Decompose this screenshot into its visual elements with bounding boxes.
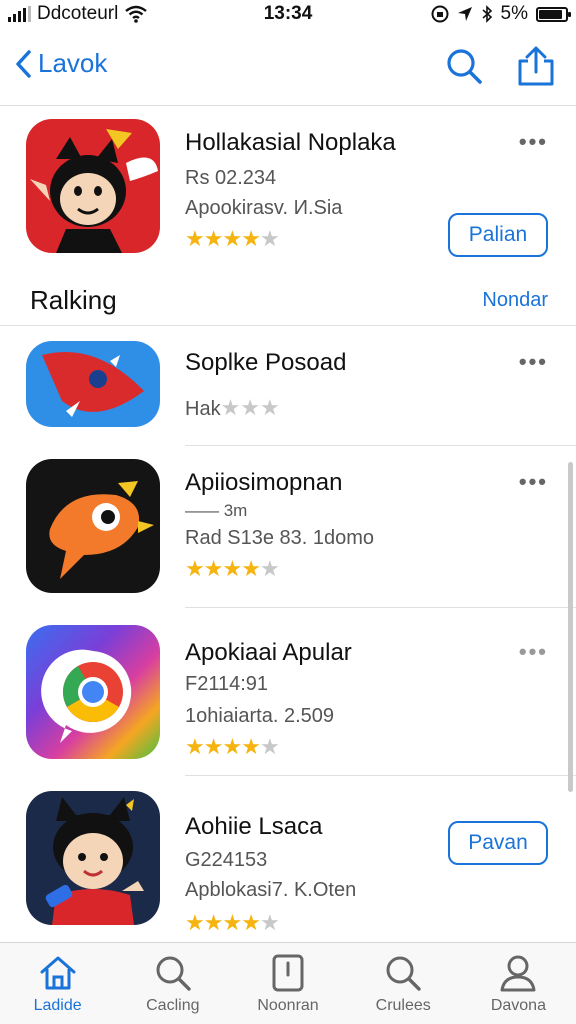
app-price: Rs 02.234 [185,167,277,189]
app-developer: Apookirasv. И.Sia [185,197,343,219]
share-icon[interactable] [516,46,556,86]
star-empty-icon: ★ [259,556,280,581]
app-name: Apiiosimopnan [185,469,343,496]
app-icon [26,459,160,593]
app-price: —— 3m [185,501,248,520]
see-all-link[interactable]: Nondar [482,289,548,312]
page-icon [272,954,304,992]
bluetooth-icon [482,5,492,23]
tab-label: Crulees [375,997,431,1014]
section-title: Ralking [30,285,117,315]
lock-rotation-icon [431,5,449,23]
back-button[interactable]: Lavok [14,48,107,79]
status-bar: Ddcoteurl 13:34 5% [0,0,576,30]
star-filled-icon: ★ [185,226,205,251]
app-name: Aohiie Lsaca [185,813,323,840]
app-price: Hak★★★ [185,395,280,420]
star-empty-icon: ★ [259,226,280,251]
star-filled-icon: ★ [222,910,242,935]
star-filled-icon: ★ [185,556,205,581]
battery-fill [539,9,562,19]
star-empty-icon: ★ [259,734,280,759]
more-options-button[interactable]: ••• [519,129,548,155]
tab-label: Ladide [33,997,82,1014]
star-filled-icon: ★ [185,734,205,759]
search-icon[interactable] [444,46,484,86]
section-divider [0,325,576,326]
rating-stars: ★★★★★ [185,734,280,759]
get-button[interactable]: Palian [448,213,548,257]
star-filled-icon: ★ [203,226,224,251]
tab-search[interactable]: Cacling [115,943,230,1024]
app-price: F2114:91 [185,673,269,695]
home-icon [40,956,76,990]
tab-page[interactable]: Noonran [230,943,345,1024]
star-filled-icon: ★ [222,734,242,759]
battery-icon [536,6,571,22]
person-icon [500,955,536,992]
star-filled-icon: ★ [241,226,261,251]
status-right: 5% [431,3,571,25]
star-filled-icon: ★ [203,910,224,935]
battery-percent: 5% [500,3,528,24]
tab-label: Davona [490,997,546,1014]
app-name: Apokiaai Apular [185,639,352,666]
app-price: G224153 [185,849,268,871]
scrollbar[interactable] [568,462,573,792]
rating-stars: ★★★★★ [185,556,280,581]
app-icon [26,341,160,427]
location-icon [457,7,472,21]
star-empty-icon: ★ [259,910,280,935]
tab-label: Noonran [257,997,319,1014]
app-name: Soplke Posoad [185,349,347,376]
app-icon [26,625,160,759]
back-label: Lavok [38,48,108,78]
star-filled-icon: ★ [241,910,261,935]
rating-stars: ★★★★★ [185,226,280,251]
row-divider [185,607,576,608]
chevron-left-icon [16,49,31,78]
app-developer: 1ohiaiarta. 2.509 [185,705,335,727]
search-icon [156,956,191,991]
row-divider [185,775,576,776]
star-filled-icon: ★ [203,734,224,759]
app-developer: Rad S13e 83. 1domo [185,527,375,549]
more-options-button[interactable]: ••• [519,469,548,495]
more-options-button[interactable]: ••• [519,349,548,375]
search-icon [386,956,421,991]
rating-stars: ★★★★★ [185,910,280,935]
app-developer: Apblokasi7. K.Oten [185,879,357,901]
star-filled-icon: ★ [222,226,242,251]
star-filled-icon: ★ [185,910,205,935]
app-name: Hollakasial Noplaka [185,129,396,156]
tab-label: Cacling [146,997,200,1014]
tab-bar: Ladide Cacling Noonran Crulees Davona [0,942,576,1024]
star-filled-icon: ★ [203,556,224,581]
row-divider [185,445,576,446]
app-icon [26,791,160,925]
tab-search-2[interactable]: Crulees [346,943,461,1024]
star-filled-icon: ★ [222,556,242,581]
tab-profile[interactable]: Davona [461,943,576,1024]
nav-bar: Lavok [0,30,576,106]
more-options-button[interactable]: ••• [519,639,548,665]
star-filled-icon: ★ [241,734,261,759]
star-filled-icon: ★ [241,556,261,581]
app-icon [26,119,160,253]
get-button[interactable]: Pavan [448,821,548,865]
tab-home[interactable]: Ladide [0,943,115,1024]
